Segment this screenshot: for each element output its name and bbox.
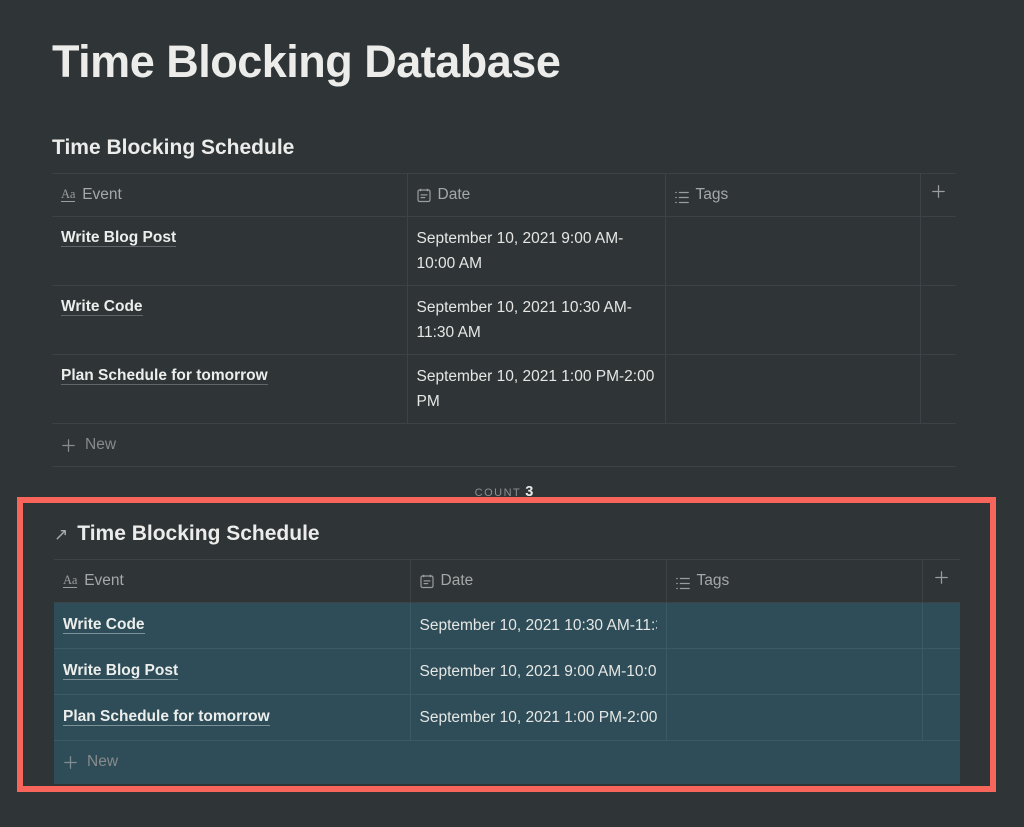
column-header-event[interactable]: Aa Event — [52, 173, 408, 217]
database-block-top: Time Blocking Schedule Aa Event Date Tag… — [52, 134, 956, 467]
calendar-icon — [419, 574, 434, 589]
database-block-bottom: ↗ Time Blocking Schedule Aa Event Date T… — [54, 520, 960, 784]
cell-date[interactable]: September 10, 2021 9:00 AM-10:00 AM — [407, 216, 666, 286]
cell-spacer — [922, 694, 960, 741]
table-row[interactable]: Write Blog Post September 10, 2021 9:00 … — [54, 648, 960, 695]
cell-event[interactable]: Write Code — [52, 285, 408, 355]
plus-icon — [931, 184, 946, 199]
link-arrow-icon: ↗ — [54, 524, 69, 544]
cell-spacer — [922, 648, 960, 695]
count-summary[interactable]: COUNT 3 — [52, 484, 956, 501]
table-row[interactable]: Write Code September 10, 2021 10:30 AM-1… — [54, 602, 960, 649]
table-bottom: Aa Event Date Tags Write Code September … — [54, 559, 960, 784]
column-header-date[interactable]: Date — [407, 173, 666, 217]
database-heading-top-label: Time Blocking Schedule — [52, 136, 295, 159]
add-column-button[interactable] — [922, 559, 960, 603]
new-row-button[interactable]: New — [52, 423, 956, 467]
page-title: Time Blocking Database — [52, 36, 561, 87]
table-row[interactable]: Plan Schedule for tomorrow September 10,… — [52, 354, 956, 424]
cell-date[interactable]: September 10, 2021 9:00 AM-10:00 AM — [410, 648, 667, 695]
list-icon — [674, 189, 689, 203]
cell-tags[interactable] — [665, 285, 921, 355]
new-row-button[interactable]: New — [54, 740, 960, 784]
table-row[interactable]: Write Blog Post September 10, 2021 9:00 … — [52, 216, 956, 286]
plus-icon — [61, 438, 76, 453]
row-title-link[interactable]: Plan Schedule for tomorrow — [63, 708, 270, 726]
cell-date[interactable]: September 10, 2021 1:00 PM-2:00 PM — [410, 694, 667, 741]
page-canvas: Time Blocking Database Time Blocking Sch… — [0, 0, 1024, 827]
cell-tags[interactable] — [665, 216, 921, 286]
column-header-date-label: Date — [437, 186, 471, 203]
new-row-label: New — [87, 753, 119, 770]
cell-date[interactable]: September 10, 2021 10:30 AM-11:30 AM — [407, 285, 666, 355]
list-icon — [675, 575, 690, 589]
column-header-tags-label: Tags — [696, 572, 730, 589]
column-header-event[interactable]: Aa Event — [54, 559, 411, 603]
cell-event[interactable]: Write Code — [54, 602, 411, 649]
column-header-tags[interactable]: Tags — [666, 559, 923, 603]
row-title-link[interactable]: Plan Schedule for tomorrow — [61, 367, 268, 385]
table-row[interactable]: Plan Schedule for tomorrow September 10,… — [54, 694, 960, 741]
cell-event[interactable]: Plan Schedule for tomorrow — [52, 354, 408, 424]
add-column-button[interactable] — [920, 173, 956, 217]
row-title-link[interactable]: Write Code — [63, 616, 145, 634]
cell-event[interactable]: Write Blog Post — [52, 216, 408, 286]
new-row-cell[interactable]: New — [52, 423, 956, 467]
column-header-date[interactable]: Date — [410, 559, 667, 603]
database-heading-bottom-label: Time Blocking Schedule — [77, 522, 320, 545]
title-icon: Aa — [61, 187, 76, 202]
cell-tags[interactable] — [666, 602, 923, 649]
cell-event[interactable]: Plan Schedule for tomorrow — [54, 694, 411, 741]
cell-event[interactable]: Write Blog Post — [54, 648, 411, 695]
column-header-tags[interactable]: Tags — [665, 173, 921, 217]
column-header-event-label: Event — [84, 572, 124, 589]
count-value: 3 — [525, 484, 534, 500]
row-title-link[interactable]: Write Blog Post — [63, 662, 179, 680]
row-title-link[interactable]: Write Code — [61, 298, 143, 316]
calendar-icon — [416, 188, 431, 203]
row-title-link[interactable]: Write Blog Post — [61, 229, 177, 247]
cell-tags[interactable] — [665, 354, 921, 424]
table-row[interactable]: Write Code September 10, 2021 10:30 AM-1… — [52, 285, 956, 355]
cell-tags[interactable] — [666, 694, 923, 741]
count-label: COUNT — [474, 487, 522, 499]
column-header-date-label: Date — [440, 572, 474, 589]
new-row-cell[interactable]: New — [54, 740, 960, 784]
plus-icon — [934, 570, 949, 585]
cell-spacer — [922, 602, 960, 649]
plus-icon — [63, 755, 78, 770]
cell-spacer — [920, 354, 956, 424]
column-header-event-label: Event — [82, 186, 122, 203]
database-heading-top[interactable]: Time Blocking Schedule — [52, 134, 956, 162]
table-bottom-header-row: Aa Event Date Tags — [54, 559, 960, 603]
database-heading-bottom[interactable]: ↗ Time Blocking Schedule — [54, 520, 960, 548]
cell-spacer — [920, 285, 956, 355]
column-header-tags-label: Tags — [695, 186, 729, 203]
cell-date[interactable]: September 10, 2021 1:00 PM-2:00 PM — [407, 354, 666, 424]
cell-tags[interactable] — [666, 648, 923, 695]
title-icon: Aa — [63, 573, 78, 588]
cell-date[interactable]: September 10, 2021 10:30 AM-11:30 AM — [410, 602, 667, 649]
cell-spacer — [920, 216, 956, 286]
table-top-header-row: Aa Event Date Tags — [52, 173, 956, 217]
table-top: Aa Event Date Tags Write Blog Post Septe… — [52, 173, 956, 467]
new-row-label: New — [85, 436, 117, 453]
